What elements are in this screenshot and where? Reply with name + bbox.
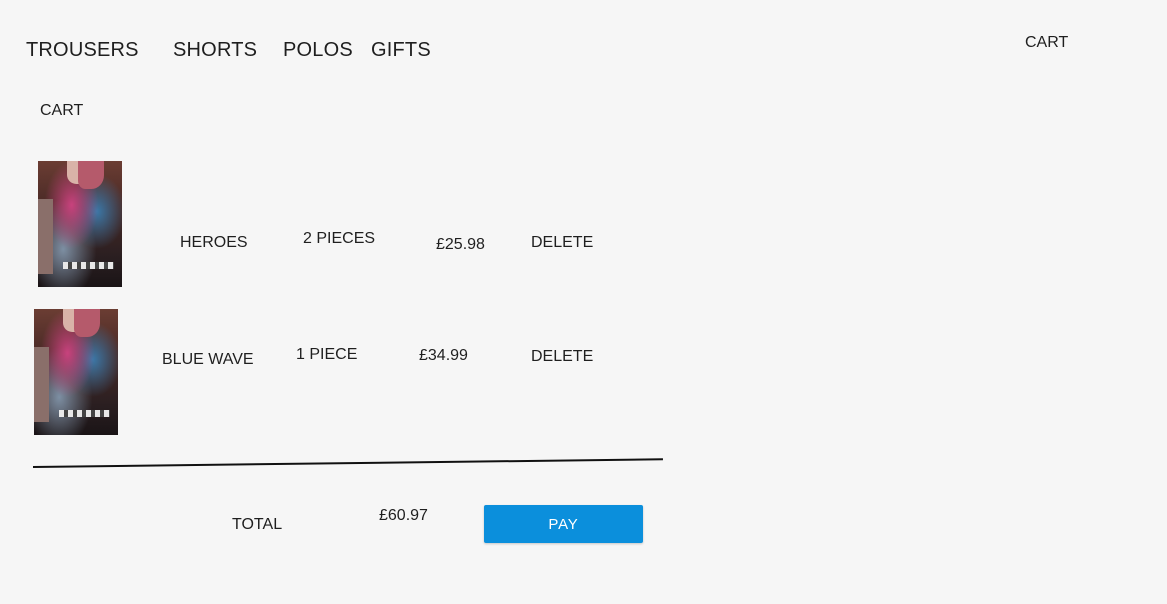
nav-polos[interactable]: POLOS — [283, 39, 353, 62]
item-price: £25.98 — [436, 236, 485, 253]
item-name: BLUE WAVE — [162, 351, 254, 368]
item-quantity: 1 PIECE — [296, 346, 358, 363]
product-image-blue-wave — [34, 309, 118, 435]
product-image-heroes — [38, 161, 122, 287]
item-price: £34.99 — [419, 347, 468, 364]
delete-button-heroes[interactable]: DELETE — [531, 234, 593, 252]
pay-button[interactable]: PAY — [484, 505, 643, 543]
delete-button-blue-wave[interactable]: DELETE — [531, 348, 593, 366]
item-name: HEROES — [180, 234, 248, 251]
divider — [32, 458, 663, 468]
nav-shorts[interactable]: SHORTS — [173, 39, 257, 62]
cart-title: CART — [40, 102, 84, 119]
nav-cart-link[interactable]: CART — [1025, 34, 1068, 52]
total-label: TOTAL — [232, 516, 283, 533]
nav-trousers[interactable]: TROUSERS — [26, 39, 139, 62]
total-value: £60.97 — [379, 507, 428, 524]
nav-gifts[interactable]: GIFTS — [371, 39, 431, 62]
item-quantity: 2 PIECES — [303, 230, 376, 247]
cart-page: TROUSERS SHORTS POLOS GIFTS CART CART HE… — [0, 0, 1167, 604]
